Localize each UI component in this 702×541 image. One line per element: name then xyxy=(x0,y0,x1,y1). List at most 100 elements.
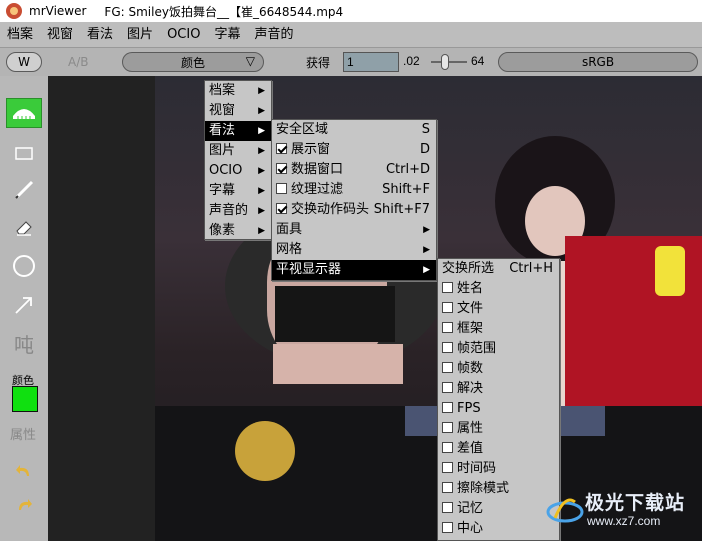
checkbox[interactable] xyxy=(442,402,453,413)
menu-file[interactable]: 档案 xyxy=(0,22,40,48)
channel-dropdown[interactable]: 颜色 ▽ xyxy=(122,52,264,72)
eraser-tool-button[interactable] xyxy=(6,212,42,242)
hud-item-fps[interactable]: FPS xyxy=(438,399,559,419)
gamma-value: .02 xyxy=(403,54,420,68)
menu-image[interactable]: 图片 xyxy=(120,22,160,48)
hud-item-center[interactable]: 中心 xyxy=(438,519,559,539)
checkbox[interactable] xyxy=(442,502,453,513)
ctx-item-subtitles[interactable]: 字幕 ▶ xyxy=(205,181,271,201)
submenu-arrow-icon: ▶ xyxy=(258,146,265,156)
color-swatch[interactable] xyxy=(12,386,38,412)
ctx-item-file[interactable]: 档案 ▶ xyxy=(205,81,271,101)
gain-input[interactable]: 1 xyxy=(343,52,399,72)
dropdown-arrow-icon: ▽ xyxy=(245,54,255,68)
hud-item-frame-range[interactable]: 帧范围 xyxy=(438,339,559,359)
hud-toggle-selected[interactable]: 交换所选 Ctrl+H xyxy=(438,259,559,279)
view-item-display-window[interactable]: 展示窗 D xyxy=(272,140,436,160)
checkbox[interactable] xyxy=(442,282,453,293)
checkbox[interactable] xyxy=(276,143,287,154)
hud-item-frame[interactable]: 框架 xyxy=(438,319,559,339)
arrow-tool-button[interactable] xyxy=(6,290,42,320)
checkbox[interactable] xyxy=(442,362,453,373)
hud-item-name[interactable]: 姓名 xyxy=(438,279,559,299)
checkbox[interactable] xyxy=(442,322,453,333)
redo-button[interactable] xyxy=(6,490,42,520)
ctx-item-window[interactable]: 视窗 ▶ xyxy=(205,101,271,121)
ctx-item-view[interactable]: 看法 ▶ xyxy=(205,121,271,141)
menu-bar: 档案 视窗 看法 图片 OCIO 字幕 声音的 xyxy=(0,22,702,48)
submenu-arrow-icon: ▶ xyxy=(258,186,265,196)
ctx-item-pixel[interactable]: 像素 ▶ xyxy=(205,221,271,241)
wipe-button[interactable]: W xyxy=(6,52,42,72)
circle-tool-button[interactable] xyxy=(6,251,42,281)
tool-panel: 吨 颜色 属性 xyxy=(0,76,48,541)
channel-value: 颜色 xyxy=(180,55,205,70)
checkbox[interactable] xyxy=(442,422,453,433)
context-menu: 档案 ▶ 视窗 ▶ 看法 ▶ 图片 ▶ OCIO ▶ 字幕 ▶ 声音的 ▶ 像素 ▶ xyxy=(204,80,272,240)
watermark: 极光下载站 www.xz7.com xyxy=(545,488,695,534)
ctx-item-ocio[interactable]: OCIO ▶ xyxy=(205,161,271,181)
view-item-hud[interactable]: 平视显示器 ▶ xyxy=(272,260,436,280)
checkbox[interactable] xyxy=(442,342,453,353)
submenu-arrow-icon: ▶ xyxy=(423,225,430,235)
hud-item-attributes[interactable]: 属性 xyxy=(438,419,559,439)
app-name: mrViewer xyxy=(29,4,87,18)
checkbox[interactable] xyxy=(276,203,287,214)
ctx-item-image[interactable]: 图片 ▶ xyxy=(205,141,271,161)
submenu-arrow-icon: ▶ xyxy=(258,86,265,96)
window-title: FG: Smiley饭拍舞台__【崔_6648544.mp4 xyxy=(104,4,344,19)
circle-icon xyxy=(13,255,35,277)
hud-item-file[interactable]: 文件 xyxy=(438,299,559,319)
rectangle-tool-button[interactable] xyxy=(6,138,42,168)
view-item-texture-filter[interactable]: 纹理过滤 Shift+F xyxy=(272,180,436,200)
menu-subtitles[interactable]: 字幕 xyxy=(207,22,247,48)
hud-item-wipe-mode[interactable]: 擦除模式 xyxy=(438,479,559,499)
hud-item-frame-count[interactable]: 帧数 xyxy=(438,359,559,379)
gamma-slider[interactable]: .02 64 xyxy=(401,52,497,72)
submenu-arrow-icon: ▶ xyxy=(423,265,430,275)
menu-window[interactable]: 视窗 xyxy=(40,22,80,48)
toolbar: W A/B 颜色 ▽ 获得 1 .02 64 sRGB xyxy=(0,48,702,76)
gain-label: 获得 xyxy=(306,56,331,70)
slider-knob[interactable] xyxy=(441,54,449,70)
menu-view[interactable]: 看法 xyxy=(80,22,120,48)
arrow-icon xyxy=(15,297,32,314)
submenu-arrow-icon: ▶ xyxy=(423,245,430,255)
undo-button[interactable] xyxy=(6,456,42,486)
view-submenu: 安全区域 S 展示窗 D 数据窗口 Ctrl+D 纹理过滤 Shift+F 交换动作码头… xyxy=(271,119,437,281)
view-item-action-dock[interactable]: 交换动作码头 Shift+F7 xyxy=(272,200,436,220)
pencil-icon xyxy=(15,180,34,199)
checkbox[interactable] xyxy=(442,302,453,313)
menu-ocio[interactable]: OCIO xyxy=(160,22,207,48)
checkbox[interactable] xyxy=(442,482,453,493)
hud-item-memory[interactable]: 记忆 xyxy=(438,499,559,519)
eraser-icon xyxy=(16,221,32,236)
view-item-mask[interactable]: 面具 ▶ xyxy=(272,220,436,240)
view-item-data-window[interactable]: 数据窗口 Ctrl+D xyxy=(272,160,436,180)
watermark-url: www.xz7.com xyxy=(587,514,661,528)
hud-item-timecode[interactable]: 时间码 xyxy=(438,459,559,479)
checkbox[interactable] xyxy=(442,522,453,533)
properties-label[interactable]: 属性 xyxy=(10,424,36,443)
pencil-tool-button[interactable] xyxy=(6,174,42,204)
ab-compare-button[interactable]: A/B xyxy=(68,55,88,69)
checkbox[interactable] xyxy=(276,163,287,174)
scrub-tool-button[interactable] xyxy=(6,98,42,128)
submenu-arrow-icon: ▶ xyxy=(258,206,265,216)
checkbox[interactable] xyxy=(442,442,453,453)
view-item-safe-area[interactable]: 安全区域 S xyxy=(272,120,436,140)
checkbox[interactable] xyxy=(442,462,453,473)
colorspace-dropdown[interactable]: sRGB xyxy=(498,52,698,72)
view-item-grid[interactable]: 网格 ▶ xyxy=(272,240,436,260)
redo-icon xyxy=(19,499,32,510)
title-bar: mrViewer FG: Smiley饭拍舞台__【崔_6648544.mp4 xyxy=(0,0,702,22)
scrub-icon xyxy=(13,109,35,119)
menu-audio[interactable]: 声音的 xyxy=(247,22,300,48)
ctx-item-audio[interactable]: 声音的 ▶ xyxy=(205,201,271,221)
hud-item-resolution[interactable]: 解决 xyxy=(438,379,559,399)
checkbox[interactable] xyxy=(442,382,453,393)
checkbox[interactable] xyxy=(276,183,287,194)
submenu-arrow-icon: ▶ xyxy=(258,166,265,176)
text-tool-button[interactable]: 吨 xyxy=(6,328,42,358)
hud-item-difference[interactable]: 差值 xyxy=(438,439,559,459)
